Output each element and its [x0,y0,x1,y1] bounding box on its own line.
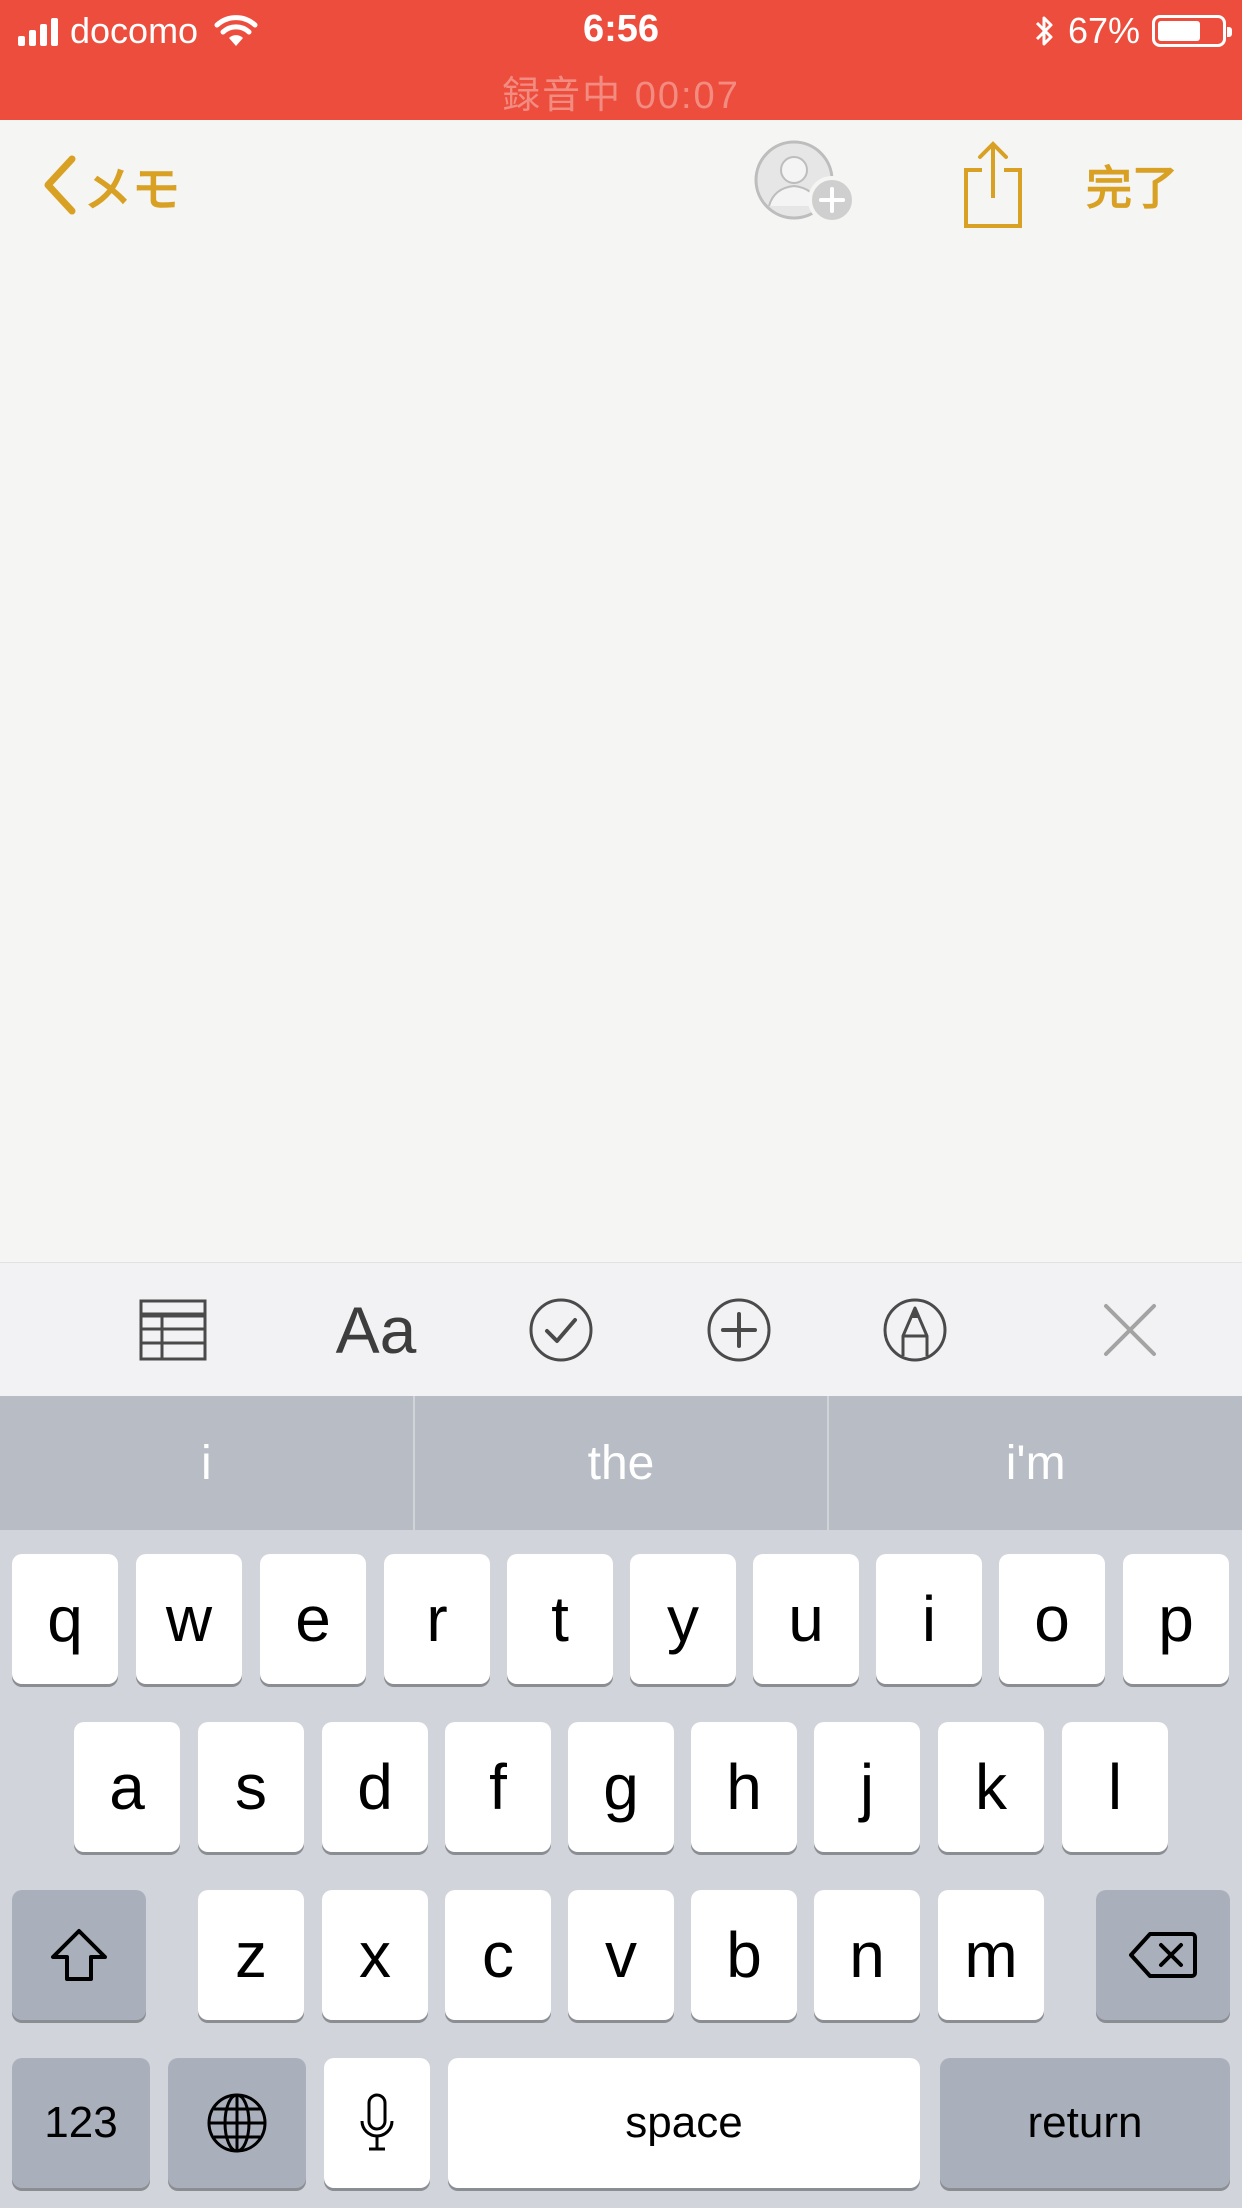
nav-bar: メモ 完了 [0,120,1242,250]
status-bar: docomo 6:56 67% 録音中 00:07 [0,0,1242,120]
insert-button[interactable] [704,1285,774,1375]
key-e[interactable]: e [260,1554,366,1684]
key-j[interactable]: j [814,1722,920,1852]
text-style-button[interactable]: Aa [326,1285,426,1375]
key-q[interactable]: q [12,1554,118,1684]
close-toolbar-button[interactable] [1100,1285,1160,1375]
key-i[interactable]: i [876,1554,982,1684]
microphone-icon [360,2093,394,2151]
add-person-icon [754,140,856,224]
numbers-key[interactable]: 123 [12,2058,150,2188]
recording-indicator[interactable]: 録音中 00:07 [0,64,1242,119]
key-b[interactable]: b [691,1890,797,2020]
markup-pen-icon [883,1298,947,1362]
globe-icon [207,2093,267,2153]
table-button[interactable] [136,1285,210,1375]
key-r[interactable]: r [384,1554,490,1684]
plus-circle-icon [707,1298,771,1362]
key-u[interactable]: u [753,1554,859,1684]
done-button[interactable]: 完了 [1086,150,1178,220]
key-a[interactable]: a [74,1722,180,1852]
key-k[interactable]: k [938,1722,1044,1852]
backspace-icon [1129,1932,1197,1978]
delete-key[interactable] [1096,1890,1230,2020]
key-f[interactable]: f [445,1722,551,1852]
space-key[interactable]: space [448,2058,920,2188]
battery-percent: 67% [1067,10,1140,51]
globe-key[interactable] [168,2058,306,2188]
key-v[interactable]: v [568,1890,674,2020]
prediction-item[interactable]: the [415,1396,830,1530]
back-button-label: メモ [84,164,181,217]
key-m[interactable]: m [938,1890,1044,2020]
chevron-left-icon [44,155,76,215]
key-n[interactable]: n [814,1890,920,2020]
keyboard: q w e r t y u i o p a s d f g h j k l z … [0,1530,1242,2208]
shift-arrow-icon [51,1929,107,1981]
checklist-button[interactable] [526,1285,596,1375]
table-icon [139,1299,207,1361]
checkmark-circle-icon [529,1298,593,1362]
share-button[interactable] [960,140,1026,230]
markup-button[interactable] [880,1285,950,1375]
key-t[interactable]: t [507,1554,613,1684]
share-icon [964,141,1022,228]
key-c[interactable]: c [445,1890,551,2020]
format-toolbar: Aa [0,1262,1242,1396]
prediction-item[interactable]: i [0,1396,415,1530]
return-key[interactable]: return [940,2058,1230,2188]
key-z[interactable]: z [198,1890,304,2020]
battery-icon [1152,15,1232,47]
status-right: 67% [1034,8,1232,54]
add-people-button[interactable] [752,140,862,230]
predictive-bar: i the i'm [0,1396,1242,1530]
key-o[interactable]: o [999,1554,1105,1684]
prediction-item[interactable]: i'm [829,1396,1242,1530]
dictation-key[interactable] [324,2058,430,2188]
key-y[interactable]: y [630,1554,736,1684]
key-d[interactable]: d [322,1722,428,1852]
close-icon [1104,1304,1156,1356]
battery-fill [1158,21,1200,41]
back-button[interactable]: メモ [40,150,180,220]
key-g[interactable]: g [568,1722,674,1852]
key-p[interactable]: p [1123,1554,1229,1684]
key-s[interactable]: s [198,1722,304,1852]
key-h[interactable]: h [691,1722,797,1852]
note-editor[interactable] [0,250,1242,1262]
key-x[interactable]: x [322,1890,428,2020]
shift-key[interactable] [12,1890,146,2020]
key-l[interactable]: l [1062,1722,1168,1852]
bluetooth-icon [1035,16,1053,46]
key-w[interactable]: w [136,1554,242,1684]
